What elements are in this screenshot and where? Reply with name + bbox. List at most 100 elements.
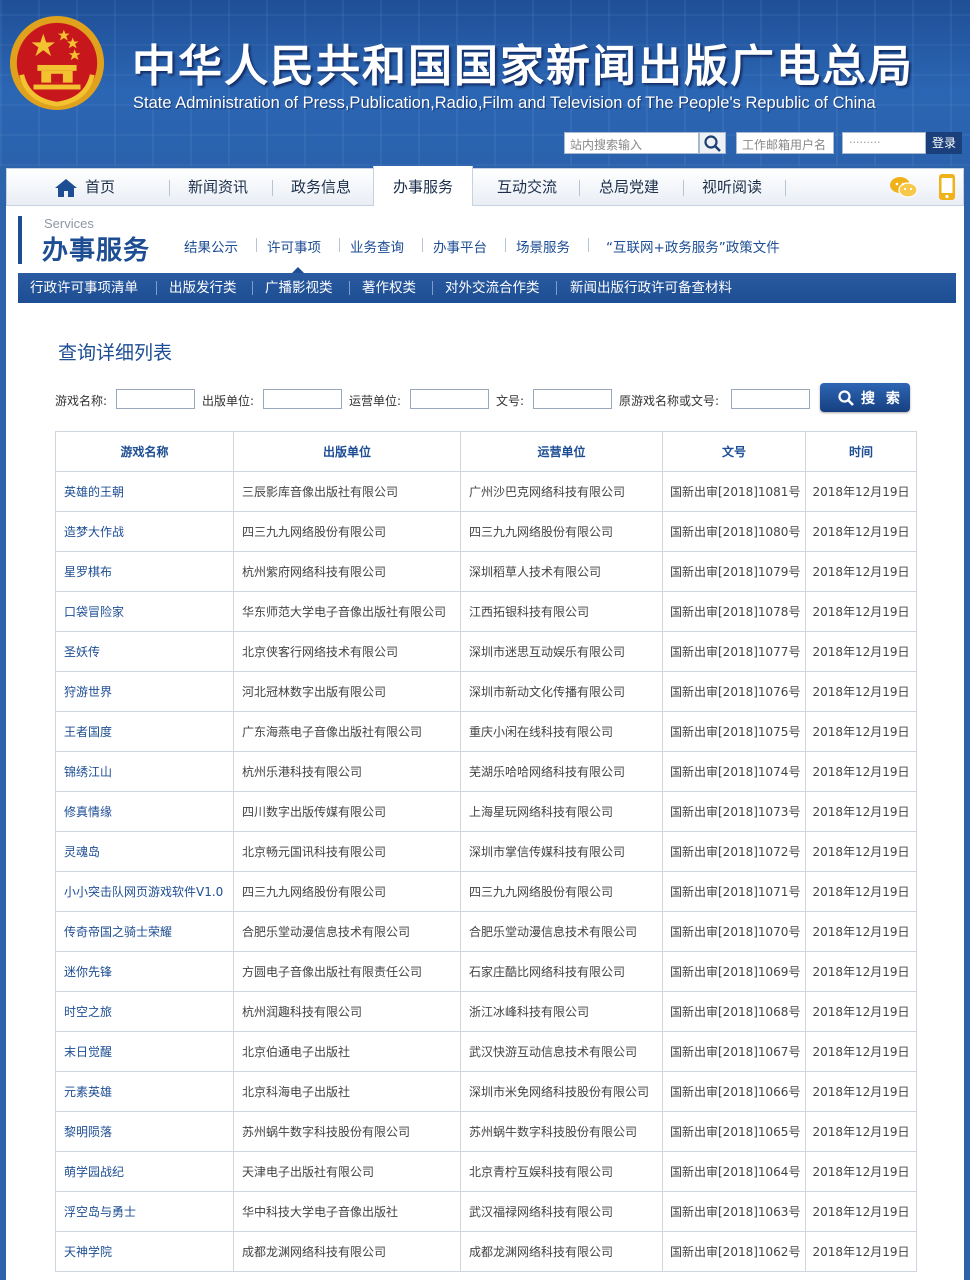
publisher-input[interactable] bbox=[263, 389, 342, 409]
home-icon bbox=[55, 179, 77, 197]
cell-game-name[interactable]: 圣妖传 bbox=[55, 631, 234, 672]
category-bar: 行政许可事项清单 出版发行类 广播影视类 著作权类 对外交流合作类 新闻出版行政… bbox=[18, 273, 956, 303]
cell-date: 2018年12月19日 bbox=[805, 951, 917, 992]
mail-username-input[interactable]: 工作邮箱用户名 bbox=[736, 132, 834, 154]
cell-game-name[interactable]: 黎明陨落 bbox=[55, 1111, 234, 1152]
cell-operator: 深圳市新动文化传播有限公司 bbox=[460, 671, 663, 712]
cell-game-name[interactable]: 修真情缘 bbox=[55, 791, 234, 832]
cell-game-name[interactable]: 浮空岛与勇士 bbox=[55, 1191, 234, 1232]
cell-doc-number: 国新出审[2018]1070号 bbox=[662, 911, 806, 952]
game-name-input[interactable] bbox=[116, 389, 195, 409]
sublink-service-platform[interactable]: 办事平台 bbox=[433, 236, 487, 256]
cell-game-name[interactable]: 灵魂岛 bbox=[55, 831, 234, 872]
doc-number-input[interactable] bbox=[533, 389, 612, 409]
cell-game-name[interactable]: 萌学园战纪 bbox=[55, 1151, 234, 1192]
cell-operator: 深圳市米免网络科技股份有限公司 bbox=[460, 1071, 663, 1112]
table-row: 口袋冒险家 华东师范大学电子音像出版社有限公司 江西拓银科技有限公司 国新出审[201… bbox=[55, 591, 917, 632]
filter-label-doc-number: 文号: bbox=[496, 394, 525, 408]
nav-government-info[interactable]: 政务信息 bbox=[282, 169, 360, 205]
category-publishing[interactable]: 出版发行类 bbox=[169, 273, 237, 303]
cell-doc-number: 国新出审[2018]1068号 bbox=[662, 991, 806, 1032]
cell-game-name[interactable]: 造梦大作战 bbox=[55, 511, 234, 552]
table-row: 王者国度 广东海燕电子音像出版社有限公司 重庆小闲在线科技有限公司 国新出审[2018… bbox=[55, 711, 917, 752]
cell-operator: 深圳市迷思互动娱乐有限公司 bbox=[460, 631, 663, 672]
table-row: 英雄的王朝 三辰影库音像出版社有限公司 广州沙巴克网络科技有限公司 国新出审[2018… bbox=[55, 471, 917, 512]
sublink-business-query[interactable]: 业务查询 bbox=[350, 236, 404, 256]
sublink-divider bbox=[588, 238, 589, 252]
cell-publisher: 方圆电子音像出版社有限责任公司 bbox=[233, 951, 461, 992]
cell-publisher: 杭州润趣科技有限公司 bbox=[233, 991, 461, 1032]
mobile-icon[interactable] bbox=[938, 173, 956, 201]
wechat-icon[interactable] bbox=[889, 175, 919, 201]
category-broadcast[interactable]: 广播影视类 bbox=[265, 273, 333, 303]
table-row: 狩游世界 河北冠林数字出版有限公司 深圳市新动文化传播有限公司 国新出审[2018]1… bbox=[55, 671, 917, 712]
category-divider bbox=[252, 281, 253, 295]
nav-home[interactable]: 首页 bbox=[75, 169, 125, 205]
cell-operator: 深圳市掌信传媒科技有限公司 bbox=[460, 831, 663, 872]
category-license-list[interactable]: 行政许可事项清单 bbox=[30, 273, 138, 303]
cell-game-name[interactable]: 狩游世界 bbox=[55, 671, 234, 712]
cell-doc-number: 国新出审[2018]1066号 bbox=[662, 1071, 806, 1112]
sublink-scenario-services[interactable]: 场景服务 bbox=[516, 236, 570, 256]
category-filing-materials[interactable]: 新闻出版行政许可备查材料 bbox=[570, 273, 732, 303]
cell-game-name[interactable]: 小小突击队网页游戏软件V1.0 bbox=[55, 871, 234, 912]
cell-game-name[interactable]: 传奇帝国之骑士荣耀 bbox=[55, 911, 234, 952]
table-row: 灵魂岛 北京畅元国讯科技有限公司 深圳市掌信传媒科技有限公司 国新出审[2018]10… bbox=[55, 831, 917, 872]
cell-date: 2018年12月19日 bbox=[805, 511, 917, 552]
table-row: 传奇帝国之骑士荣耀 合肥乐堂动漫信息技术有限公司 合肥乐堂动漫信息技术有限公司 国新出… bbox=[55, 911, 917, 952]
cell-date: 2018年12月19日 bbox=[805, 631, 917, 672]
column-header-operator: 运营单位 bbox=[460, 431, 663, 472]
cell-publisher: 北京畅元国讯科技有限公司 bbox=[233, 831, 461, 872]
category-foreign-exchange[interactable]: 对外交流合作类 bbox=[445, 273, 540, 303]
operator-input[interactable] bbox=[410, 389, 489, 409]
site-subtitle: State Administration of Press,Publicatio… bbox=[133, 94, 876, 112]
section-title-en: Services bbox=[44, 216, 94, 231]
cell-publisher: 四三九九网络股份有限公司 bbox=[233, 511, 461, 552]
mail-password-input[interactable]: ········· bbox=[842, 132, 926, 154]
nav-audio-video[interactable]: 视听阅读 bbox=[691, 169, 773, 205]
cell-doc-number: 国新出审[2018]1079号 bbox=[662, 551, 806, 592]
content-panel: Services 办事服务 结果公示 许可事项 业务查询 办事平台 场景服务 “… bbox=[6, 206, 964, 1280]
site-title: 中华人民共和国国家新闻出版广电总局 bbox=[132, 41, 914, 92]
original-name-input[interactable] bbox=[731, 389, 810, 409]
cell-doc-number: 国新出审[2018]1077号 bbox=[662, 631, 806, 672]
sublink-internet-policy[interactable]: “互联网+政务服务”政策文件 bbox=[606, 236, 780, 256]
nav-party-building[interactable]: 总局党建 bbox=[589, 169, 669, 205]
cell-publisher: 天津电子出版社有限公司 bbox=[233, 1151, 461, 1192]
search-submit-button[interactable]: 搜 索 bbox=[820, 383, 910, 412]
sublink-licensing[interactable]: 许可事项 bbox=[267, 236, 321, 256]
cell-game-name[interactable]: 王者国度 bbox=[55, 711, 234, 752]
login-button[interactable]: 登录 bbox=[926, 132, 962, 154]
category-divider bbox=[556, 281, 557, 295]
cell-date: 2018年12月19日 bbox=[805, 831, 917, 872]
cell-game-name[interactable]: 元素英雄 bbox=[55, 1071, 234, 1112]
site-search-button[interactable] bbox=[699, 132, 726, 154]
cell-game-name[interactable]: 迷你先锋 bbox=[55, 951, 234, 992]
cell-game-name[interactable]: 天神学院 bbox=[55, 1231, 234, 1272]
cell-game-name[interactable]: 星罗棋布 bbox=[55, 551, 234, 592]
results-table: 游戏名称 出版单位 运营单位 文号 时间 英雄的王朝 三辰影库音像出版社有限公司广… bbox=[55, 431, 917, 1272]
sublink-divider bbox=[256, 238, 257, 252]
cell-game-name[interactable]: 时空之旅 bbox=[55, 991, 234, 1032]
cell-publisher: 杭州紫府网络科技有限公司 bbox=[233, 551, 461, 592]
nav-news[interactable]: 新闻资讯 bbox=[179, 169, 257, 205]
cell-publisher: 广东海燕电子音像出版社有限公司 bbox=[233, 711, 461, 752]
cell-publisher: 北京伯通电子出版社 bbox=[233, 1031, 461, 1072]
list-title: 查询详细列表 bbox=[58, 342, 173, 364]
table-row: 浮空岛与勇士 华中科技大学电子音像出版社 武汉福禄网络科技有限公司 国新出审[2018… bbox=[55, 1191, 917, 1232]
cell-game-name[interactable]: 末日觉醒 bbox=[55, 1031, 234, 1072]
cell-publisher: 河北冠林数字出版有限公司 bbox=[233, 671, 461, 712]
cell-game-name[interactable]: 锦绣江山 bbox=[55, 751, 234, 792]
nav-services[interactable]: 办事服务 bbox=[373, 166, 473, 206]
site-search-input[interactable]: 站内搜索输入 bbox=[564, 132, 699, 154]
nav-interaction[interactable]: 互动交流 bbox=[485, 169, 569, 205]
cell-publisher: 华中科技大学电子音像出版社 bbox=[233, 1191, 461, 1232]
table-row: 修真情缘 四川数字出版传媒有限公司 上海星玩网络科技有限公司 国新出审[2018]10… bbox=[55, 791, 917, 832]
table-row: 末日觉醒 北京伯通电子出版社 武汉快游互动信息技术有限公司 国新出审[2018]106… bbox=[55, 1031, 917, 1072]
cell-publisher: 北京科海电子出版社 bbox=[233, 1071, 461, 1112]
cell-game-name[interactable]: 口袋冒险家 bbox=[55, 591, 234, 632]
sublink-results[interactable]: 结果公示 bbox=[184, 236, 238, 256]
category-copyright[interactable]: 著作权类 bbox=[362, 273, 416, 303]
cell-game-name[interactable]: 英雄的王朝 bbox=[55, 471, 234, 512]
table-row: 黎明陨落 苏州蜗牛数字科技股份有限公司 苏州蜗牛数字科技股份有限公司 国新出审[201… bbox=[55, 1111, 917, 1152]
